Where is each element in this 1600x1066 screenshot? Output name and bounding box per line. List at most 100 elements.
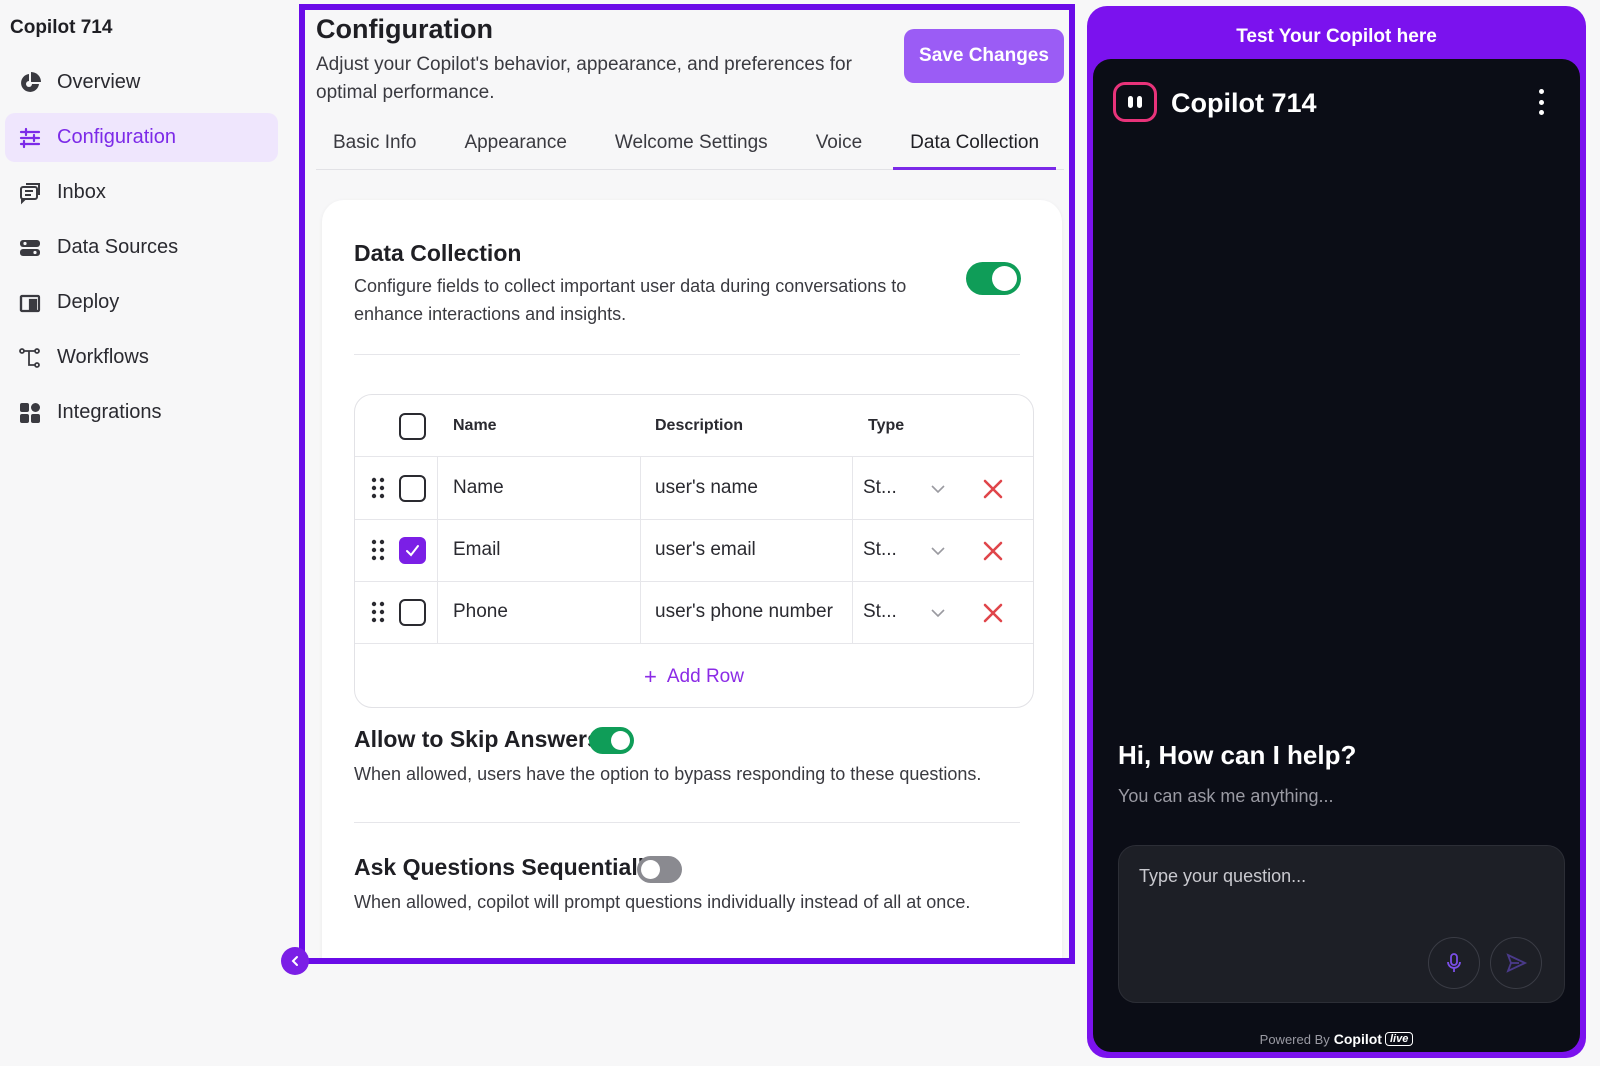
column-header-name: Name <box>453 417 497 434</box>
field-type-select[interactable]: St... <box>863 601 897 623</box>
row-checkbox[interactable] <box>399 537 426 564</box>
page-title: Configuration <box>316 14 493 44</box>
sidebar-item-label: Overview <box>57 71 141 93</box>
row-checkbox[interactable] <box>399 599 426 626</box>
send-button[interactable] <box>1490 937 1542 989</box>
cell-divider <box>852 581 853 643</box>
sidebar-item-integrations[interactable]: Integrations <box>5 388 278 437</box>
table-row: Phone user's phone number St... <box>355 581 1033 644</box>
field-description[interactable]: user's email <box>655 539 756 561</box>
skip-answers-description: When allowed, users have the option to b… <box>354 764 982 784</box>
microphone-button[interactable] <box>1428 937 1480 989</box>
checkmark-icon <box>406 545 419 557</box>
database-icon <box>17 235 43 261</box>
greeting-title: Hi, How can I help? <box>1118 740 1357 770</box>
cell-divider <box>852 457 853 519</box>
sliders-icon <box>17 125 43 151</box>
greeting-subtitle: You can ask me anything... <box>1118 786 1334 806</box>
sequential-toggle[interactable] <box>637 856 682 883</box>
question-box <box>1118 845 1565 1003</box>
column-header-description: Description <box>655 417 744 434</box>
drag-handle-icon[interactable] <box>371 477 385 499</box>
delete-icon[interactable] <box>981 539 1005 563</box>
sidebar-item-label: Inbox <box>57 181 106 203</box>
divider <box>354 822 1020 823</box>
sidebar-item-label: Configuration <box>57 126 176 148</box>
bot-name: Copilot 714 <box>1171 88 1317 118</box>
sidebar-item-data-sources[interactable]: Data Sources <box>5 223 278 272</box>
tab-data-collection[interactable]: Data Collection <box>893 118 1057 170</box>
brand-title: Copilot 714 <box>10 17 113 38</box>
field-name[interactable]: Phone <box>453 601 508 623</box>
cell-divider <box>437 519 438 581</box>
powered-by-brand: Copilot <box>1333 1031 1382 1047</box>
powered-by-text: Powered By <box>1259 1031 1330 1047</box>
plus-icon: + <box>644 664 657 689</box>
sidebar-item-configuration[interactable]: Configuration <box>5 113 278 162</box>
sidebar-item-inbox[interactable]: Inbox <box>5 168 278 217</box>
chevron-down-icon[interactable] <box>930 543 946 559</box>
column-header-type: Type <box>868 417 905 434</box>
delete-icon[interactable] <box>981 601 1005 625</box>
chevron-down-icon[interactable] <box>930 605 946 621</box>
field-description[interactable]: user's name <box>655 477 758 499</box>
field-type-select[interactable]: St... <box>863 539 897 561</box>
fields-table: Name Description Type Name user's name S… <box>354 394 1034 708</box>
sidebar: Copilot 714 Overview Configuration Inbox… <box>0 0 293 1066</box>
cell-divider <box>437 581 438 643</box>
drag-handle-icon[interactable] <box>371 601 385 623</box>
cell-divider <box>437 457 438 519</box>
copilot-preview-panel: Test Your Copilot here Copilot 714 Hi, H… <box>1087 6 1586 1058</box>
preview-header: Test Your Copilot here <box>1236 26 1437 47</box>
cell-divider <box>640 581 641 643</box>
data-collection-card: Data Collection Configure fields to coll… <box>322 200 1062 958</box>
skip-answers-toggle[interactable] <box>589 727 634 754</box>
table-row: Email user's email St... <box>355 519 1033 582</box>
sidebar-item-workflows[interactable]: Workflows <box>5 333 278 382</box>
sidebar-item-label: Data Sources <box>57 236 179 258</box>
data-collection-toggle[interactable] <box>966 262 1021 295</box>
configuration-panel: Configuration Adjust your Copilot's beha… <box>299 4 1075 964</box>
sidebar-item-overview[interactable]: Overview <box>5 58 278 107</box>
chat-window: Copilot 714 Hi, How can I help? You can … <box>1093 59 1580 1052</box>
data-collection-title: Data Collection <box>354 240 522 266</box>
more-options-icon[interactable] <box>1536 89 1546 115</box>
deploy-icon <box>17 290 43 316</box>
cell-divider <box>640 519 641 581</box>
row-checkbox[interactable] <box>399 475 426 502</box>
chevron-left-icon <box>291 956 298 966</box>
select-all-checkbox[interactable] <box>399 413 426 440</box>
toggle-knob <box>611 731 630 750</box>
add-row-button[interactable]: + Add Row <box>355 647 1033 707</box>
delete-icon[interactable] <box>981 477 1005 501</box>
tab-voice[interactable]: Voice <box>799 118 879 168</box>
sidebar-item-label: Deploy <box>57 291 120 313</box>
sequential-description: When allowed, copilot will prompt questi… <box>354 892 971 912</box>
field-description[interactable]: user's phone number <box>655 601 833 623</box>
tab-bar: Basic Info Appearance Welcome Settings V… <box>316 118 1064 170</box>
sidebar-item-label: Integrations <box>57 401 162 423</box>
chevron-down-icon[interactable] <box>930 481 946 497</box>
field-type-select[interactable]: St... <box>863 477 897 499</box>
save-button[interactable]: Save Changes <box>904 29 1064 83</box>
question-input[interactable] <box>1139 866 1539 887</box>
cell-divider <box>640 457 641 519</box>
field-name[interactable]: Email <box>453 539 501 561</box>
field-name[interactable]: Name <box>453 477 504 499</box>
tab-basic-info[interactable]: Basic Info <box>316 118 433 168</box>
collapse-sidebar-button[interactable] <box>281 947 309 975</box>
divider <box>354 354 1020 355</box>
toggle-knob <box>641 860 660 879</box>
table-header: Name Description Type <box>355 395 1033 457</box>
powered-by-badge: live <box>1384 1032 1414 1046</box>
drag-handle-icon[interactable] <box>371 539 385 561</box>
send-icon <box>1506 953 1528 973</box>
table-row: Name user's name St... <box>355 457 1033 520</box>
tab-appearance[interactable]: Appearance <box>447 118 583 168</box>
tab-welcome-settings[interactable]: Welcome Settings <box>598 118 785 168</box>
inbox-icon <box>17 180 43 206</box>
sidebar-item-label: Workflows <box>57 346 149 368</box>
sequential-title: Ask Questions Sequentially <box>354 854 657 880</box>
sidebar-item-deploy[interactable]: Deploy <box>5 278 278 327</box>
grid-icon <box>17 400 43 426</box>
